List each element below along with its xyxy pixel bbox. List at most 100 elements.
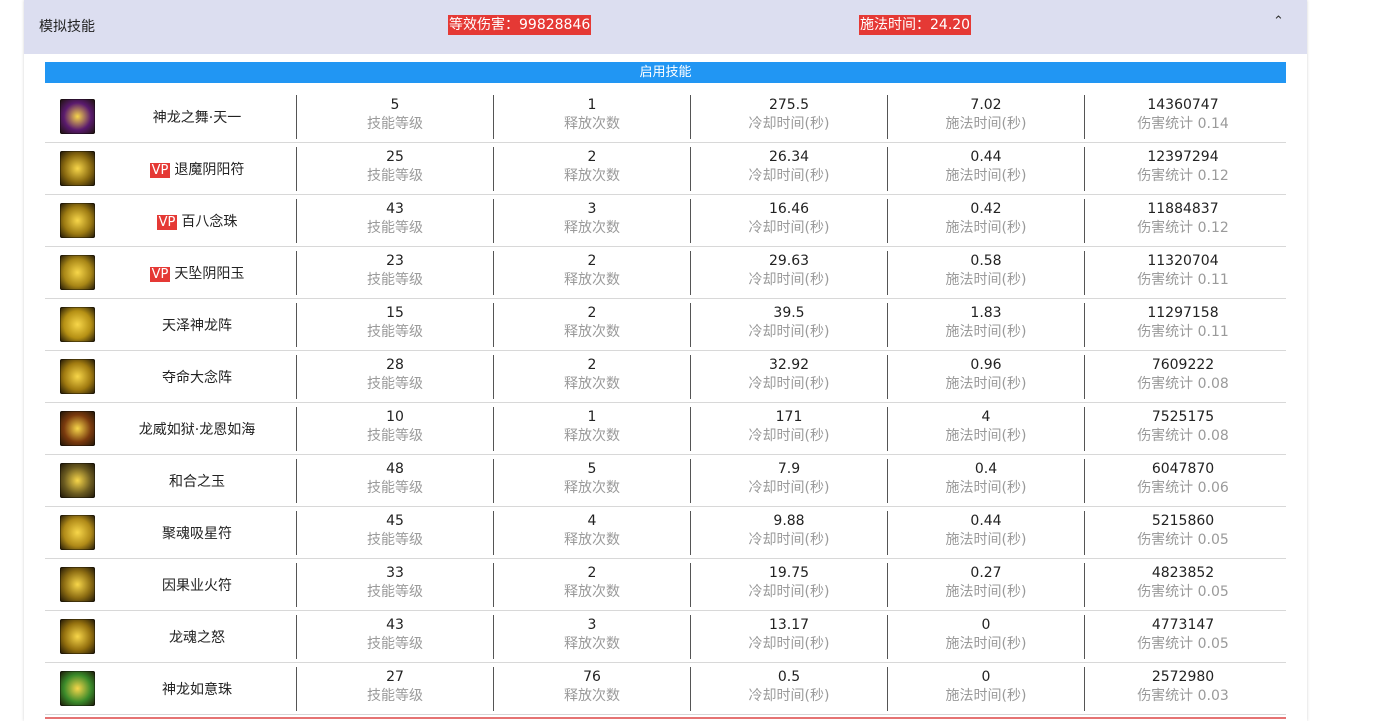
skill-row[interactable]: VP 退魔阴阳符 25 技能等级 2 释放次数 26.34 冷却时间(秒) 0.44 施法… <box>45 143 1286 195</box>
cooldown-value: 13.17 <box>768 617 810 633</box>
damage-cell: 7609222 伤害统计 0.08 <box>1084 355 1281 399</box>
damage-value: 6047870 <box>1151 461 1215 477</box>
damage-value: 5215860 <box>1151 513 1215 529</box>
vp-badge: VP <box>156 215 178 230</box>
skill-level-value: 15 <box>386 305 404 321</box>
cast-count-label: 释放次数 <box>564 168 620 184</box>
cast-count-value: 2 <box>587 253 597 269</box>
cast-time-label: 施法时间(秒) <box>945 688 1027 704</box>
cooldown-label: 冷却时间(秒) <box>748 272 830 288</box>
skill-row[interactable]: VP 百八念珠 43 技能等级 3 释放次数 16.46 冷却时间(秒) 0.42 施法时… <box>45 195 1286 247</box>
cast-count-value: 76 <box>583 669 601 685</box>
cooldown-label: 冷却时间(秒) <box>748 168 830 184</box>
skill-name-text: 退魔阴阳符 <box>174 162 245 178</box>
skill-row[interactable]: 夺命大念阵 28 技能等级 2 释放次数 32.92 冷却时间(秒) 0.96 施法时间… <box>45 351 1286 403</box>
skill-row[interactable]: VP 天坠阴阳玉 23 技能等级 2 释放次数 29.63 冷却时间(秒) 0.58 施法… <box>45 247 1286 299</box>
cast-time-label: 施法时间(秒) <box>945 376 1027 392</box>
skill-name-text: 神龙如意珠 <box>162 682 232 698</box>
damage-value: 7525175 <box>1151 409 1215 425</box>
skill-name-text: 夺命大念阵 <box>162 370 232 386</box>
skill-name-text: 百八念珠 <box>181 214 238 230</box>
cooldown-cell: 275.5 冷却时间(秒) <box>690 95 887 139</box>
cast-time-value: 0.96 <box>970 357 1002 373</box>
cast-time-label: 施法时间(秒) <box>945 116 1027 132</box>
skill-row[interactable]: 龙威如狱·龙恩如海 10 技能等级 1 释放次数 171 冷却时间(秒) 4 施法时间(… <box>45 403 1286 455</box>
skill-level-label: 技能等级 <box>367 376 423 392</box>
skill-row[interactable]: 神龙之舞·天一 5 技能等级 1 释放次数 275.5 冷却时间(秒) 7.02 施法时… <box>45 91 1286 143</box>
damage-cell: 4773147 伤害统计 0.05 <box>1084 615 1281 659</box>
cast-count-label: 释放次数 <box>564 688 620 704</box>
cast-time-value: 0 <box>981 617 991 633</box>
skill-row[interactable]: 天泽神龙阵 15 技能等级 2 释放次数 39.5 冷却时间(秒) 1.83 施法时间(… <box>45 299 1286 351</box>
cast-time-label: 施法时间(秒) <box>945 324 1027 340</box>
damage-cell: 12397294 伤害统计 0.12 <box>1084 147 1281 191</box>
skill-icon <box>60 203 95 238</box>
skill-level-label: 技能等级 <box>367 220 423 236</box>
skill-icon <box>60 515 95 550</box>
damage-value: 12397294 <box>1147 149 1219 165</box>
cast-count-label: 释放次数 <box>564 532 620 548</box>
skill-level-cell: 33 技能等级 <box>296 563 493 607</box>
skill-row[interactable]: 和合之玉 48 技能等级 5 释放次数 7.9 冷却时间(秒) 0.4 施法时间(秒) … <box>45 455 1286 507</box>
skill-name-text: 神龙之舞·天一 <box>152 110 242 126</box>
cast-count-cell: 2 释放次数 <box>493 563 690 607</box>
cast-count-cell: 2 释放次数 <box>493 147 690 191</box>
skill-icon <box>60 463 95 498</box>
cooldown-value: 26.34 <box>768 149 810 165</box>
damage-cell: 7525175 伤害统计 0.08 <box>1084 407 1281 451</box>
cast-time-cell: 0.44 施法时间(秒) <box>887 511 1084 555</box>
cast-time-value: 7.02 <box>970 97 1002 113</box>
damage-ratio-label: 伤害统计 0.03 <box>1137 688 1229 704</box>
skill-name-text: 聚魂吸星符 <box>162 526 232 542</box>
skill-row[interactable]: 龙魂之怒 43 技能等级 3 释放次数 13.17 冷却时间(秒) 0 施法时间(秒) … <box>45 611 1286 663</box>
cast-time-value: 1.83 <box>970 305 1002 321</box>
damage-cell: 11297158 伤害统计 0.11 <box>1084 303 1281 347</box>
cast-time-cell: 0 施法时间(秒) <box>887 667 1084 711</box>
cast-time-value: 0.27 <box>970 565 1002 581</box>
skill-level-value: 45 <box>386 513 404 529</box>
chevron-up-icon[interactable]: ⌃ <box>1273 14 1284 29</box>
cast-time-cell: 0.27 施法时间(秒) <box>887 563 1084 607</box>
cooldown-label: 冷却时间(秒) <box>748 220 830 236</box>
cooldown-cell: 39.5 冷却时间(秒) <box>690 303 887 347</box>
cast-count-cell: 3 释放次数 <box>493 615 690 659</box>
cast-count-value: 3 <box>587 201 597 217</box>
skill-row[interactable]: 因果业火符 33 技能等级 2 释放次数 19.75 冷却时间(秒) 0.27 施法时间… <box>45 559 1286 611</box>
cast-time-cell: 0.58 施法时间(秒) <box>887 251 1084 295</box>
skill-level-value: 23 <box>386 253 404 269</box>
skill-name-text: 天泽神龙阵 <box>162 318 232 334</box>
cast-time-value: 0.58 <box>970 253 1002 269</box>
damage-ratio-label: 伤害统计 0.05 <box>1137 584 1229 600</box>
cast-time-label: 施法时间(秒) <box>945 584 1027 600</box>
skill-level-label: 技能等级 <box>367 168 423 184</box>
panel-header[interactable]: 模拟技能 等效伤害：99828846 施法时间：24.20 ⌃ <box>24 0 1307 54</box>
cast-count-label: 释放次数 <box>564 324 620 340</box>
skill-list: 神龙之舞·天一 5 技能等级 1 释放次数 275.5 冷却时间(秒) 7.02 施法时… <box>45 91 1286 715</box>
skill-level-cell: 15 技能等级 <box>296 303 493 347</box>
cooldown-cell: 0.5 冷却时间(秒) <box>690 667 887 711</box>
cooldown-value: 29.63 <box>768 253 810 269</box>
skill-icon <box>60 255 95 290</box>
skill-level-label: 技能等级 <box>367 324 423 340</box>
damage-ratio-label: 伤害统计 0.08 <box>1137 428 1229 444</box>
skill-row[interactable]: 聚魂吸星符 45 技能等级 4 释放次数 9.88 冷却时间(秒) 0.44 施法时间(… <box>45 507 1286 559</box>
skill-icon <box>60 307 95 342</box>
cooldown-label: 冷却时间(秒) <box>748 376 830 392</box>
cast-time-cell: 0 施法时间(秒) <box>887 615 1084 659</box>
cast-time-value: 0.44 <box>970 149 1002 165</box>
skill-level-value: 10 <box>386 409 404 425</box>
cooldown-label: 冷却时间(秒) <box>748 532 830 548</box>
cast-count-label: 释放次数 <box>564 636 620 652</box>
cast-time-label: 施法时间(秒) <box>945 168 1027 184</box>
skill-level-label: 技能等级 <box>367 272 423 288</box>
skill-row[interactable]: 神龙如意珠 27 技能等级 76 释放次数 0.5 冷却时间(秒) 0 施法时间(秒) … <box>45 663 1286 715</box>
skill-name-text: 天坠阴阳玉 <box>174 266 245 282</box>
skill-level-value: 25 <box>386 149 404 165</box>
skill-name: 龙威如狱·龙恩如海 <box>107 419 287 439</box>
cast-time-cell: 0.4 施法时间(秒) <box>887 459 1084 503</box>
skill-name: 因果业火符 <box>107 575 287 595</box>
cast-count-label: 释放次数 <box>564 220 620 236</box>
skill-icon <box>60 619 95 654</box>
enabled-skills-header: 启用技能 <box>45 62 1286 83</box>
cooldown-value: 171 <box>775 409 803 425</box>
